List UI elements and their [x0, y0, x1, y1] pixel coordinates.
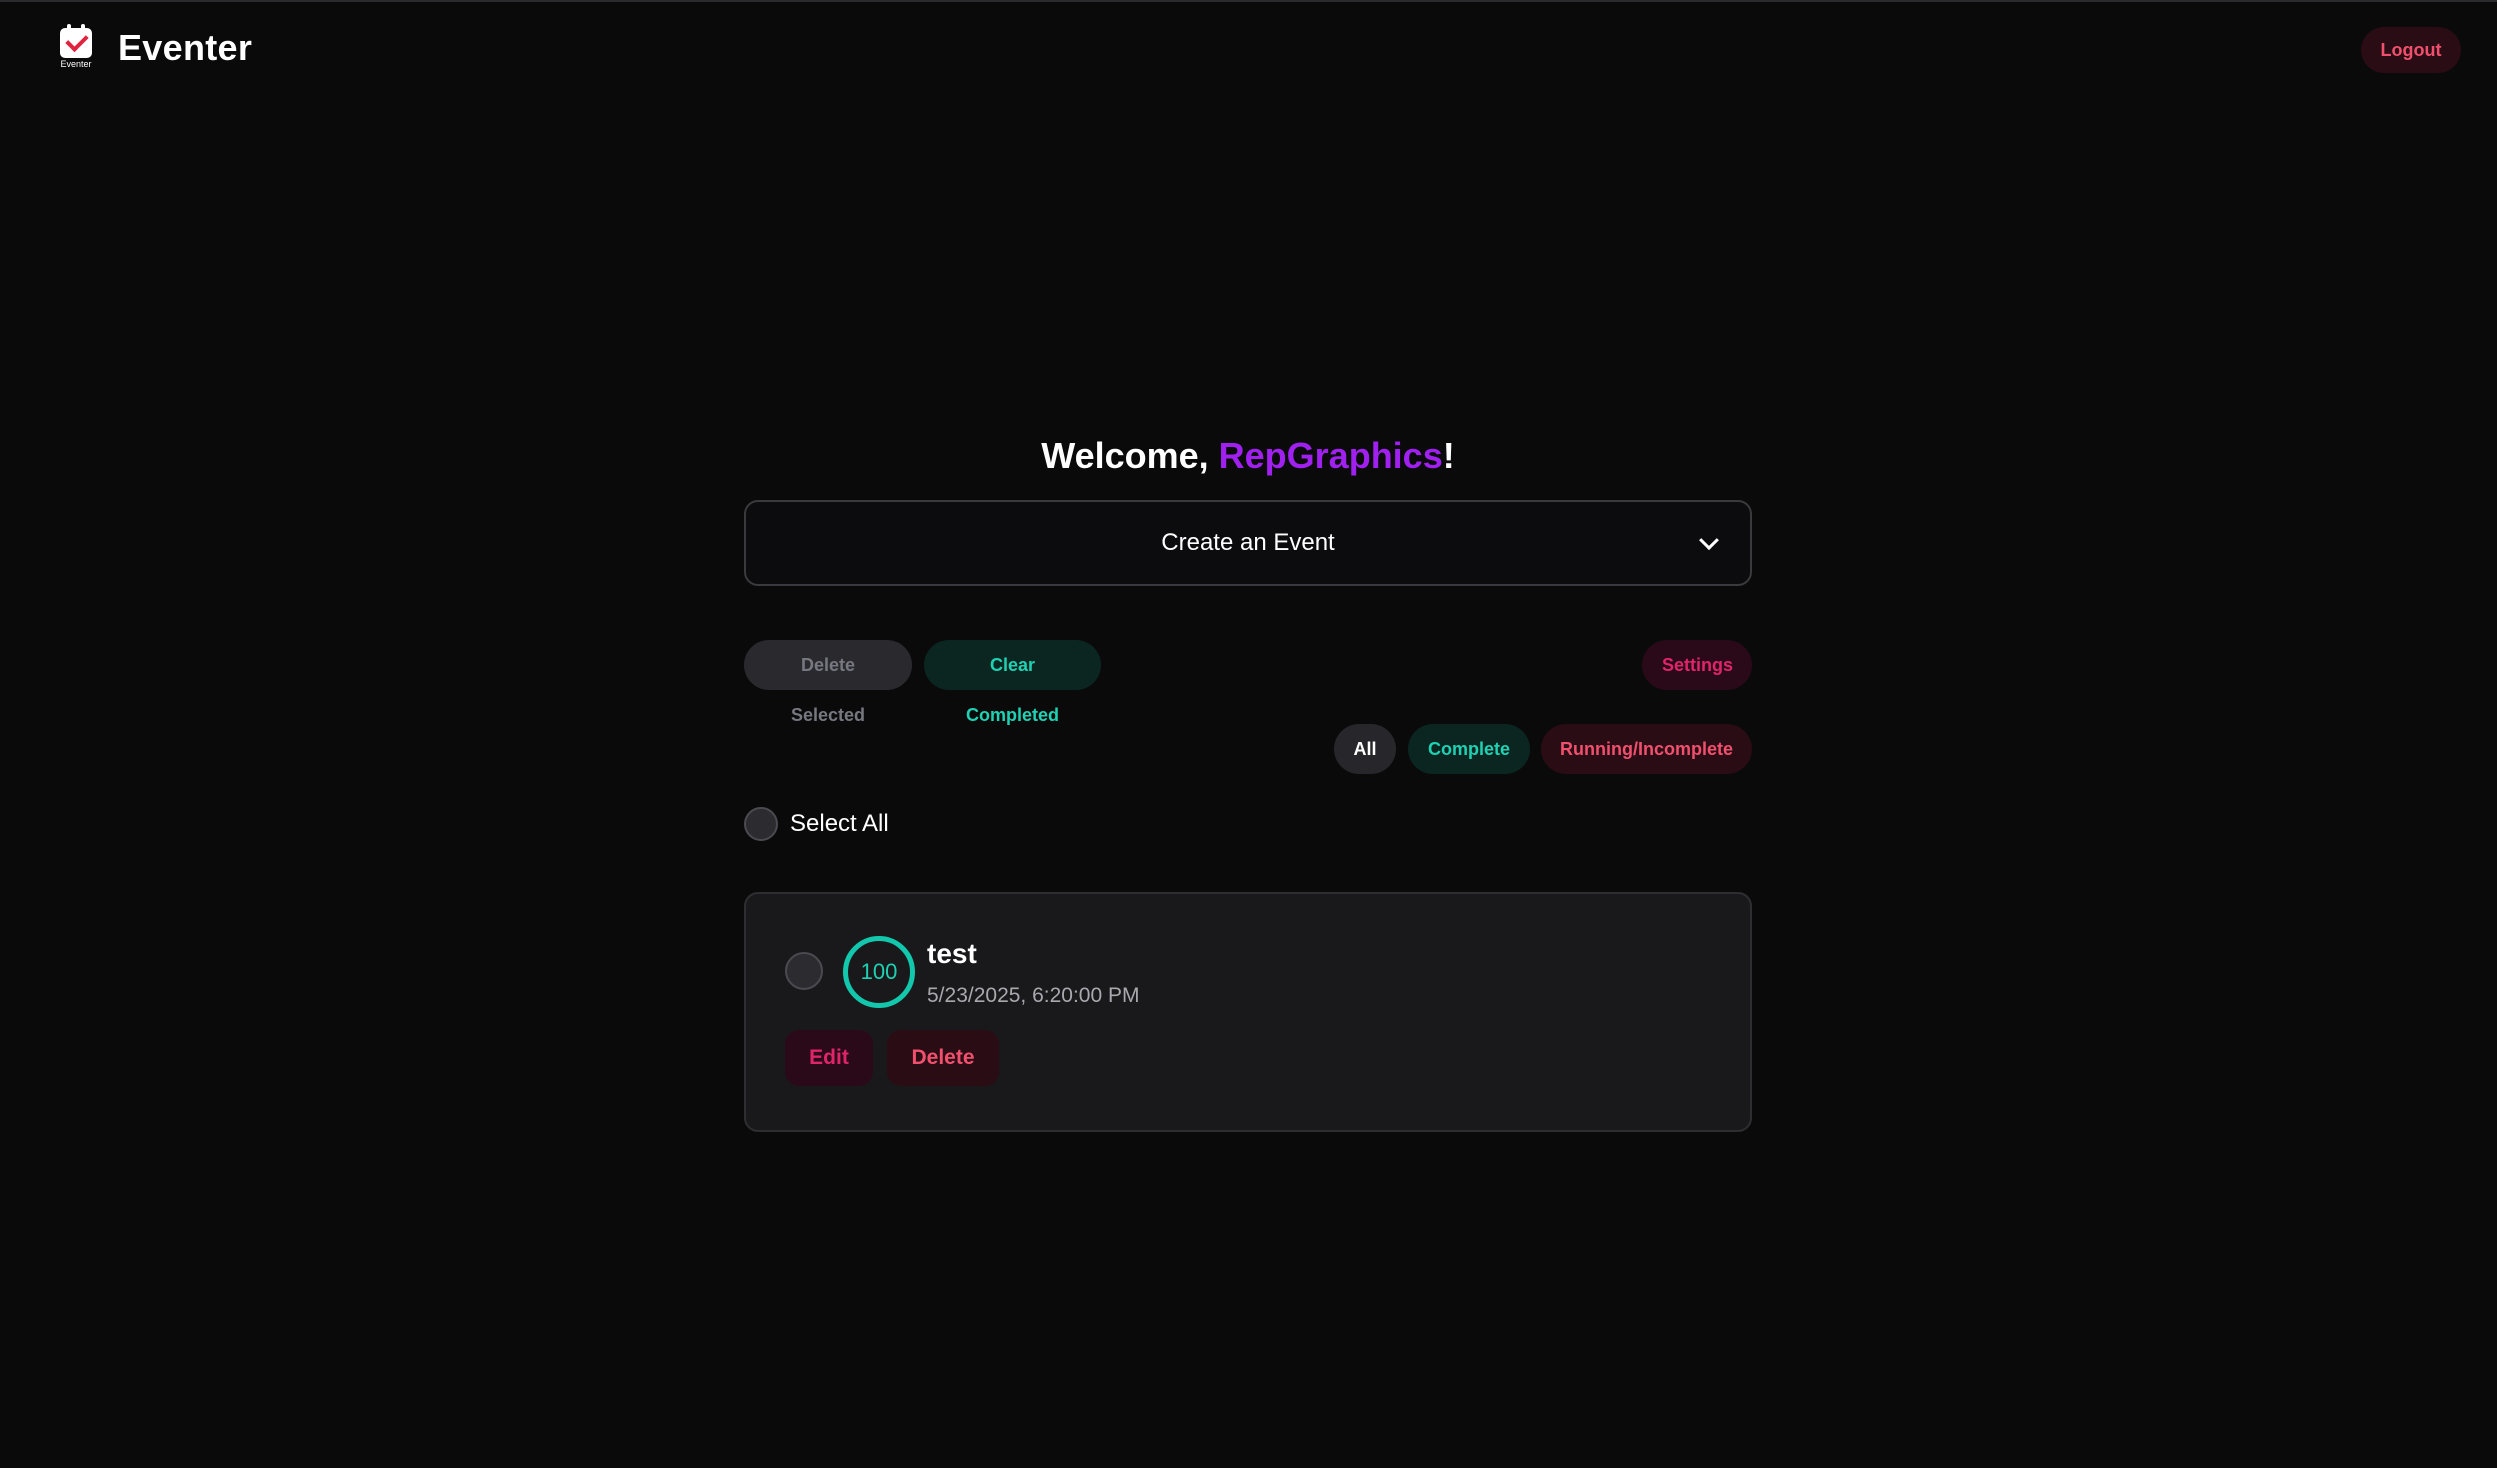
- filter-complete-button[interactable]: Complete: [1408, 724, 1530, 774]
- settings-button[interactable]: Settings: [1642, 640, 1752, 690]
- filter-bar: All Complete Running/Incomplete: [744, 724, 1752, 774]
- top-border: [0, 0, 2497, 2]
- edit-button[interactable]: Edit: [785, 1030, 873, 1086]
- welcome-heading: Welcome, RepGraphics!: [744, 428, 1752, 484]
- event-select-radio[interactable]: [785, 952, 823, 990]
- calendar-check-logo-icon: Eventer: [56, 24, 96, 70]
- welcome-suffix: !: [1442, 435, 1455, 476]
- filter-all-button[interactable]: All: [1334, 724, 1396, 774]
- progress-ring: 100: [843, 936, 915, 1008]
- create-event-label: Create an Event: [1161, 529, 1335, 556]
- select-all-radio[interactable]: [744, 807, 778, 841]
- create-event-dropdown[interactable]: Create an Event: [744, 500, 1752, 586]
- clear-completed-button[interactable]: Clear Completed: [924, 640, 1101, 725]
- select-all-label: Select All: [790, 810, 889, 837]
- main-content: Welcome, RepGraphics! Create an Event De…: [744, 428, 1752, 1132]
- event-title: test: [927, 938, 977, 969]
- event-datetime: 5/23/2025, 6:20:00 PM: [927, 984, 1140, 1007]
- select-all-row[interactable]: Select All: [744, 804, 1752, 844]
- event-card: 100 test 5/23/2025, 6:20:00 PM Edit Dele…: [744, 892, 1752, 1132]
- filter-running-button[interactable]: Running/Incomplete: [1541, 724, 1752, 774]
- delete-button[interactable]: Delete: [887, 1030, 999, 1086]
- brand-name: Eventer: [118, 27, 253, 68]
- progress-value: 100: [860, 959, 898, 984]
- chevron-down-icon: [1699, 530, 1719, 551]
- brand[interactable]: Eventer Eventer: [56, 24, 253, 70]
- welcome-prefix: Welcome,: [1041, 435, 1219, 476]
- delete-selected-button[interactable]: Delete Selected: [744, 640, 912, 725]
- logout-button[interactable]: Logout: [2361, 27, 2461, 73]
- action-bar: Delete Selected Clear Completed Settings: [744, 640, 1752, 725]
- welcome-username: RepGraphics: [1218, 435, 1443, 476]
- logo-caption: Eventer: [60, 59, 92, 69]
